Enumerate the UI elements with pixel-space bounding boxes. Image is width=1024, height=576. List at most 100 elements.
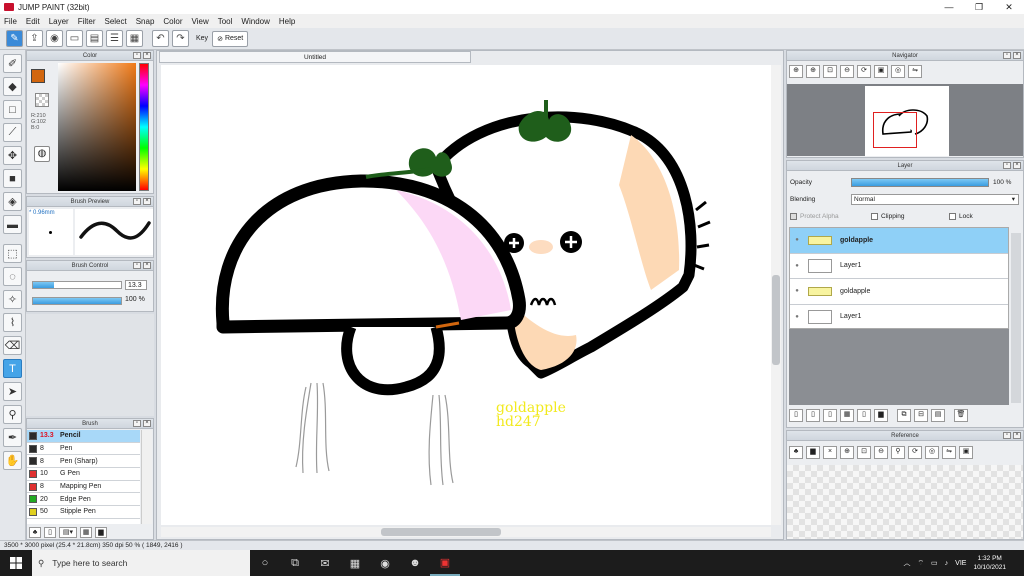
brush-item-4[interactable]: 8 Mapping Pen (27, 481, 140, 494)
gradient-tool-icon[interactable]: ▬ (3, 215, 22, 234)
bucket-tool-icon[interactable]: ◈ (3, 192, 22, 211)
visibility-icon[interactable]: ● (790, 263, 804, 269)
menu-file[interactable]: File (4, 17, 17, 26)
windows-start-icon[interactable] (0, 550, 32, 576)
brush-copy-icon[interactable]: ▦ (80, 526, 92, 538)
panel-close-icon[interactable]: × (1013, 52, 1021, 59)
rotate-icon[interactable]: ⟳ (857, 65, 871, 78)
visibility-icon[interactable]: ● (790, 237, 804, 243)
zoom-in-icon[interactable]: ⊕ (789, 65, 803, 78)
close-button[interactable]: ✕ (994, 0, 1024, 14)
volume-icon[interactable]: ♪ (945, 560, 949, 567)
jump-paint-taskbar-icon[interactable]: ▣ (430, 550, 460, 576)
hand-tool-icon[interactable]: ✋ (3, 451, 22, 470)
operation-tool-icon[interactable]: ➤ (3, 382, 22, 401)
panel-close-icon[interactable]: × (143, 262, 151, 269)
brush-item-2[interactable]: 8 Pen (Sharp) (27, 455, 140, 469)
main-color-swatch[interactable] (31, 69, 45, 83)
menu-snap[interactable]: Snap (136, 17, 155, 26)
new-canvas-icon[interactable]: ✎ (6, 30, 23, 47)
ref-close-icon[interactable]: × (823, 446, 837, 459)
minimize-button[interactable]: — (934, 0, 964, 14)
rectangle-tool-icon[interactable]: □ (3, 100, 22, 119)
ref-add-icon[interactable]: ♣ (789, 446, 803, 459)
merge-layer-icon[interactable]: ⊟ (914, 409, 928, 422)
menu-help[interactable]: Help (279, 17, 295, 26)
brush-menu-icon[interactable]: ▤▾ (59, 526, 77, 538)
reset-button[interactable]: ⊘ Reset (212, 30, 249, 47)
select-eraser-icon[interactable]: ⌫ (3, 336, 22, 355)
hscroll-thumb[interactable] (381, 528, 501, 536)
panel-float-icon[interactable]: ▫ (133, 420, 141, 427)
brush-new-icon[interactable]: ▯ (44, 526, 56, 538)
menu-window[interactable]: Window (241, 17, 269, 26)
message-icon[interactable]: ▭ (66, 30, 83, 47)
select-pen-icon[interactable]: ⌇ (3, 313, 22, 332)
panel-float-icon[interactable]: ▫ (133, 262, 141, 269)
discord-icon[interactable]: ☻ (400, 550, 430, 576)
brush-opacity-slider[interactable] (32, 297, 122, 305)
undo-icon[interactable]: ↶ (152, 30, 169, 47)
text-tool-icon[interactable]: T (3, 359, 22, 378)
redo-icon[interactable]: ↷ (172, 30, 189, 47)
menu-tool[interactable]: Tool (218, 17, 233, 26)
chrome-icon[interactable]: ◉ (370, 550, 400, 576)
ref-open-icon[interactable]: ▆ (806, 446, 820, 459)
lasso-select-icon[interactable]: ◌ (3, 267, 22, 286)
ref-zoom-out-icon[interactable]: ⊖ (874, 446, 888, 459)
canvas-horizontal-scrollbar[interactable] (161, 527, 771, 537)
new-8bit-layer-icon[interactable]: ▯ (806, 409, 820, 422)
layer-item-3[interactable]: ● Layer1 (790, 305, 1008, 330)
select-rect-icon[interactable]: ⬚ (3, 244, 22, 263)
ref-zoom-in-icon[interactable]: ⊕ (840, 446, 854, 459)
canvas-vertical-scrollbar[interactable] (771, 65, 781, 525)
layer-item-0[interactable]: ● goldapple (790, 228, 1008, 254)
menu-select[interactable]: Select (104, 17, 126, 26)
new-halftone-layer-icon[interactable]: ▦ (840, 409, 854, 422)
brush-item-5[interactable]: 20 Edge Pen (27, 493, 140, 507)
rotate-reset-icon[interactable]: ◎ (891, 65, 905, 78)
pen-tool-icon[interactable]: ✒ (3, 428, 22, 447)
layer-item-2[interactable]: ● goldapple (790, 279, 1008, 305)
ref-fit-icon[interactable]: ⊡ (857, 446, 871, 459)
battery-icon[interactable]: ▭ (931, 559, 938, 567)
fit-icon[interactable]: ⊡ (823, 65, 837, 78)
panel-close-icon[interactable]: × (1013, 162, 1021, 169)
layer-menu-icon[interactable]: ▤ (931, 409, 945, 422)
visibility-icon[interactable]: ● (790, 314, 804, 320)
layer-scrollbar[interactable] (1011, 233, 1021, 403)
store-icon[interactable]: ▦ (340, 550, 370, 576)
ref-dropper-icon[interactable]: ⚲ (891, 446, 905, 459)
clock[interactable]: 1:32 PM 10/10/2021 (973, 554, 1006, 572)
line-tool-icon[interactable]: ⟋ (3, 123, 22, 142)
reference-view[interactable] (787, 465, 1023, 539)
navigator-viewport-rect[interactable] (873, 112, 917, 148)
duplicate-layer-icon[interactable]: ⧉ (897, 409, 911, 422)
dropper-tool-icon[interactable]: ⚲ (3, 405, 22, 424)
vscroll-thumb[interactable] (772, 275, 780, 365)
ref-rotate-alt-icon[interactable]: ◎ (925, 446, 939, 459)
brush-item-1[interactable]: 8 Pen (27, 443, 140, 456)
brush-list-scrollbar[interactable] (141, 430, 152, 524)
brush-size-slider[interactable] (32, 281, 122, 289)
ref-actual-icon[interactable]: ▣ (959, 446, 973, 459)
clipping-checkbox[interactable]: Clipping (871, 213, 905, 220)
magic-wand-icon[interactable]: ✧ (3, 290, 22, 309)
layer-opacity-slider[interactable] (851, 178, 989, 187)
drawing-canvas[interactable]: goldapple hd247 (161, 65, 771, 525)
task-view-icon[interactable]: ⧉ (280, 550, 310, 576)
menu-layer[interactable]: Layer (49, 17, 69, 26)
panel-float-icon[interactable]: ▫ (1003, 52, 1011, 59)
lock-checkbox[interactable]: Lock (949, 213, 973, 220)
brush-tool-icon[interactable]: ✐ (3, 54, 22, 73)
zoom-in-alt-icon[interactable]: ⊕ (806, 65, 820, 78)
tray-chevron-icon[interactable]: ︿ (903, 558, 910, 568)
brush-add-icon[interactable]: ♣ (29, 526, 41, 538)
eraser-tool-icon[interactable]: ◆ (3, 77, 22, 96)
blending-select[interactable]: Normal ▾ (851, 194, 1019, 205)
new-folder-icon[interactable]: ▆ (874, 409, 888, 422)
visibility-icon[interactable]: ● (790, 288, 804, 294)
brush-item-6[interactable]: 50 Stipple Pen (27, 506, 140, 519)
panel-float-icon[interactable]: ▫ (1003, 432, 1011, 439)
palette-icon[interactable]: ◍ (34, 146, 50, 162)
